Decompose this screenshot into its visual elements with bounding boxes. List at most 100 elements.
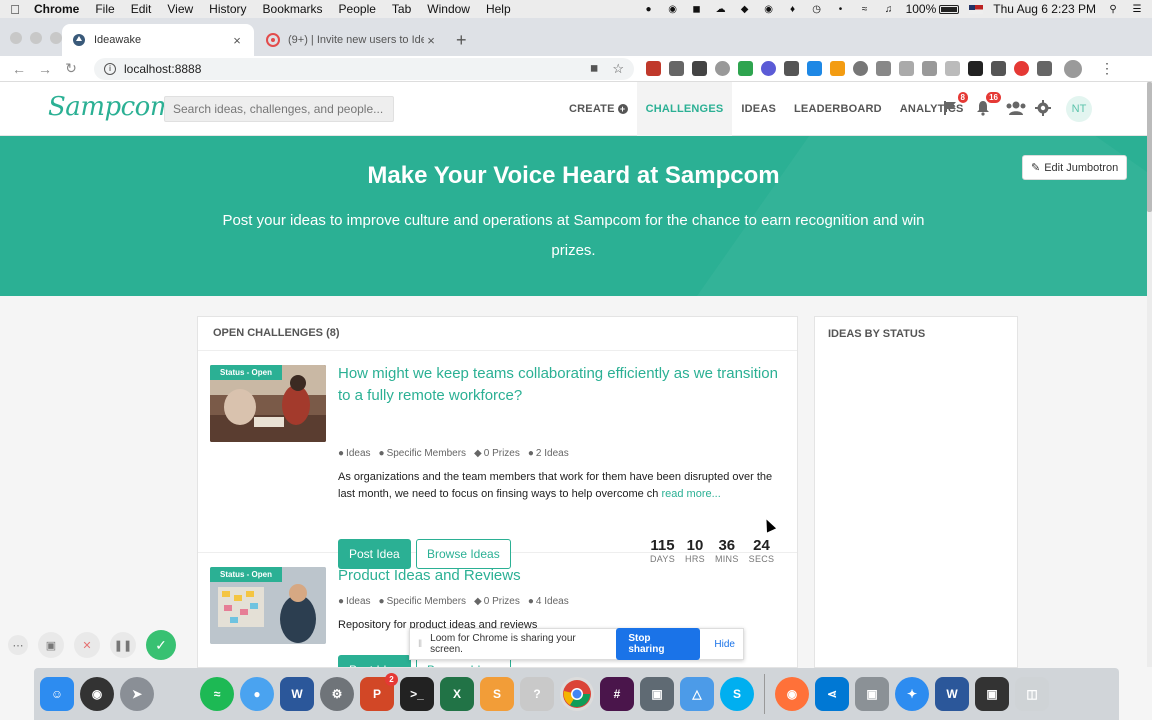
dropbox-icon[interactable]: ♦ [786,3,800,15]
extension-icon[interactable] [876,61,891,76]
status-icon[interactable]: ◉ [666,3,680,15]
camera-in-use-icon[interactable]: ◼ [590,63,598,74]
menu-help[interactable]: Help [486,2,511,16]
spotify-icon[interactable]: ≈ [200,677,234,711]
menu-clock[interactable]: Thu Aug 6 2:23 PM [993,2,1096,16]
users-icon[interactable] [1004,98,1028,118]
menu-bookmarks[interactable]: Bookmarks [263,2,323,16]
word-icon[interactable]: W [280,677,314,711]
extension-icon[interactable] [669,61,684,76]
close-tab-icon[interactable]: × [424,33,438,48]
wifi-icon[interactable]: ≈ [858,3,872,15]
cloud-icon[interactable]: ☁ [714,3,728,15]
menu-file[interactable]: File [95,2,114,16]
extension-icon[interactable] [922,61,937,76]
chrome-menu-icon[interactable]: ⋮ [1100,60,1114,77]
extension-icon[interactable] [830,61,845,76]
puzzle-extensions-icon[interactable] [1037,61,1052,76]
loom-extension-icon[interactable] [1014,61,1029,76]
new-tab-icon[interactable]: + [456,30,467,51]
back-arrow-icon[interactable]: ← [8,61,30,77]
challenge-thumbnail[interactable]: Status - Open [210,365,326,442]
extension-icon[interactable] [715,61,730,76]
extension-icon[interactable] [991,61,1006,76]
bluetooth-icon[interactable]: • [834,3,848,15]
trash-icon[interactable]: ◫ [1015,677,1049,711]
skype-icon[interactable]: S [720,677,754,711]
cancel-recording-icon[interactable]: ✕ [74,632,100,658]
challenge-title-link[interactable]: Product Ideas and Reviews [338,565,778,587]
extension-icon[interactable] [945,61,960,76]
nav-create[interactable]: CREATE + [560,82,637,136]
microphone-icon[interactable]: ● [642,3,656,15]
scrollbar-thumb[interactable] [1147,82,1152,212]
extension-icon[interactable] [807,61,822,76]
profile-avatar-icon[interactable] [1064,59,1082,78]
sublime-text-icon[interactable]: S [480,677,514,711]
terminal-icon[interactable]: >_ [400,677,434,711]
menu-people[interactable]: People [339,2,376,16]
grammarly-icon[interactable]: ◉ [762,3,776,15]
read-more-link[interactable]: read more... [661,488,720,500]
input-source-flag-icon[interactable] [969,4,984,14]
screen-recording-icon[interactable]: ▣ [975,677,1009,711]
address-bar[interactable]: i localhost:8888 ◼ ☆ [94,57,634,80]
site-info-icon[interactable]: i [104,62,116,75]
extension-icon[interactable] [899,61,914,76]
screenshot-icon[interactable]: ▣ [640,677,674,711]
tab-invite-users[interactable]: (9+) | Invite new users to Ideaw × [256,24,448,56]
more-options-icon[interactable]: ⋯ [8,635,28,655]
notification-center-icon[interactable]: ☰ [1130,3,1144,15]
zoom-window-button[interactable] [50,32,62,44]
finder-icon[interactable]: ☺ [40,677,74,711]
evernote-icon[interactable]: ◆ [738,3,752,15]
drag-handle-icon[interactable]: ‖ [418,639,422,650]
tab-ideawake[interactable]: Ideawake × [62,24,254,56]
volume-icon[interactable]: ♫ [882,3,896,15]
system-preferences-icon[interactable]: ⚙ [320,677,354,711]
nav-challenges[interactable]: CHALLENGES [636,82,733,136]
gear-icon[interactable] [1033,98,1053,118]
forward-arrow-icon[interactable]: → [34,61,56,77]
search-input[interactable] [164,96,394,122]
challenge-thumbnail[interactable]: Status - Open [210,567,326,644]
user-avatar[interactable]: NT [1066,96,1092,122]
evernote-extension-icon[interactable] [738,61,753,76]
time-machine-icon[interactable]: ◷ [810,3,824,15]
vscode-icon[interactable]: ⋖ [815,677,849,711]
nav-ideas[interactable]: IDEAS [732,82,785,136]
camera-icon[interactable]: ◼ [690,3,704,15]
battery-status[interactable]: 100% [906,2,960,16]
finish-recording-icon[interactable]: ✓ [146,630,176,660]
preview-icon[interactable]: ▣ [855,677,889,711]
menu-history[interactable]: History [209,2,246,16]
edit-jumbotron-button[interactable]: ✎ Edit Jumbotron [1022,155,1128,180]
close-window-button[interactable] [10,32,22,44]
nav-leaderboard[interactable]: LEADERBOARD [785,82,891,136]
post-idea-button[interactable]: Post Idea [338,655,411,667]
challenge-title-link[interactable]: How might we keep teams collaborating ef… [338,363,778,407]
menu-window[interactable]: Window [427,2,470,16]
powerpoint-icon[interactable]: P2 [360,673,398,711]
menu-app-name[interactable]: Chrome [34,2,79,16]
pause-recording-icon[interactable]: ❚❚ [110,632,136,658]
close-tab-icon[interactable]: × [230,33,244,48]
apple-menu-icon[interactable]:  [8,2,22,17]
bookmark-star-icon[interactable]: ☆ [612,61,624,77]
page-scrollbar[interactable] [1147,82,1152,667]
extension-icon[interactable] [761,61,776,76]
excel-icon[interactable]: X [440,677,474,711]
firefox-icon[interactable]: ◉ [775,677,809,711]
messages-icon[interactable]: ● [240,677,274,711]
unknown-app-icon[interactable]: ? [520,677,554,711]
flag-icon[interactable]: 8 [940,92,968,118]
menu-edit[interactable]: Edit [131,2,152,16]
extension-icon[interactable] [968,61,983,76]
spotlight-search-icon[interactable]: ⚲ [1106,3,1120,15]
extension-icon[interactable] [692,61,707,76]
nav-analytics[interactable]: ANALYTICS [891,82,973,136]
menu-view[interactable]: View [167,2,193,16]
launchpad-icon[interactable]: ➤ [120,677,154,711]
minimize-window-button[interactable] [30,32,42,44]
extension-icon[interactable] [784,61,799,76]
